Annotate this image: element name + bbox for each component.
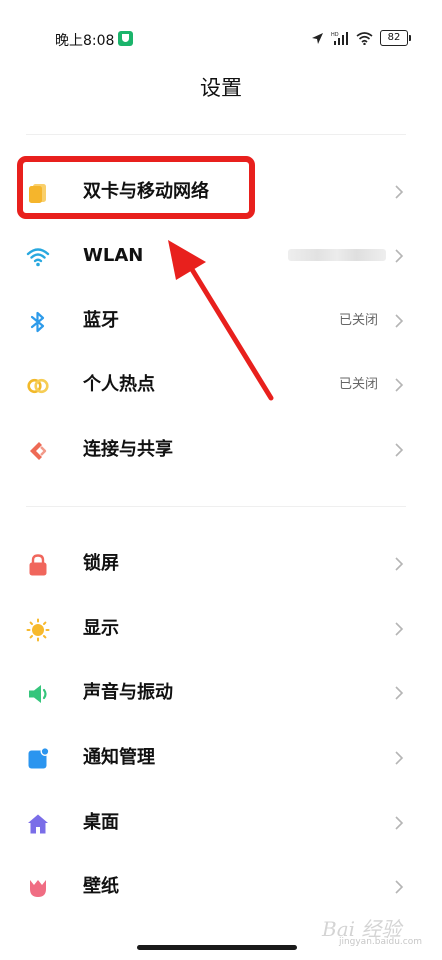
setting-row-hotspot[interactable]: 个人热点 已关闭 (0, 353, 442, 417)
chevron-right-icon (395, 880, 404, 894)
setting-label: 壁纸 (83, 876, 119, 897)
setting-row-notifications[interactable]: 通知管理 (0, 726, 442, 790)
status-time: 晚上8:08 (55, 33, 115, 49)
setting-row-sound-vibration[interactable]: 声音与振动 (0, 661, 442, 725)
group-divider (26, 506, 406, 507)
chevron-right-icon (395, 443, 404, 457)
watermark-url: jingyan.baidu.com (338, 937, 422, 947)
battery-icon: 82 (380, 30, 411, 46)
location-arrow-icon (312, 32, 323, 44)
setting-label: 个人热点 (83, 374, 155, 395)
chevron-right-icon (395, 185, 404, 199)
speaker-icon (29, 685, 47, 703)
notification-icon (28, 747, 50, 769)
watermark: Bai 经验 jingyan.baidu.com (322, 908, 422, 948)
setting-label: 蓝牙 (83, 310, 119, 331)
setting-row-bluetooth[interactable]: 蓝牙 已关闭 (0, 289, 442, 353)
setting-row-desktop[interactable]: 桌面 (0, 791, 442, 855)
home-indicator[interactable] (137, 945, 297, 950)
setting-label: 通知管理 (83, 747, 155, 768)
setting-label: 桌面 (83, 812, 119, 833)
cellular-signal-icon: HD (331, 32, 348, 45)
chevron-right-icon (395, 557, 404, 571)
setting-label: 显示 (83, 618, 119, 639)
setting-row-lock-screen[interactable]: 锁屏 (0, 532, 442, 596)
setting-label: 声音与振动 (83, 682, 173, 703)
status-icons: HD 82 (311, 29, 411, 47)
chevron-right-icon (395, 816, 404, 830)
setting-value: 已关闭 (338, 313, 378, 328)
setting-row-connection-sharing[interactable]: 连接与共享 (0, 418, 442, 482)
chevron-right-icon (395, 751, 404, 765)
setting-label: WLAN (83, 245, 144, 266)
hotspot-icon (27, 378, 49, 394)
header-divider (26, 134, 406, 135)
setting-value: 已关闭 (338, 377, 378, 392)
setting-label: 锁屏 (83, 553, 119, 574)
wlan-network-name-obscured (288, 249, 386, 261)
connection-share-icon (30, 442, 47, 460)
setting-row-wlan[interactable]: WLAN (0, 224, 442, 288)
chevron-right-icon (395, 686, 404, 700)
chevron-right-icon (395, 249, 404, 263)
security-shield-icon (118, 31, 133, 46)
highlight-box (17, 156, 255, 219)
setting-label: 连接与共享 (83, 439, 173, 460)
svg-text:HD: HD (331, 32, 339, 38)
wifi-icon (26, 248, 50, 267)
sun-icon (26, 618, 50, 642)
home-icon (28, 814, 48, 834)
chevron-right-icon (395, 622, 404, 636)
chevron-right-icon (395, 378, 404, 392)
page-title: 设置 (200, 76, 242, 100)
lock-icon (29, 554, 47, 576)
wifi-status-icon (356, 31, 373, 45)
bluetooth-icon (30, 311, 45, 333)
tulip-icon (30, 880, 46, 897)
status-bar: 晚上8:08 HD 82 (0, 0, 442, 70)
chevron-right-icon (395, 314, 404, 328)
setting-row-display[interactable]: 显示 (0, 597, 442, 661)
